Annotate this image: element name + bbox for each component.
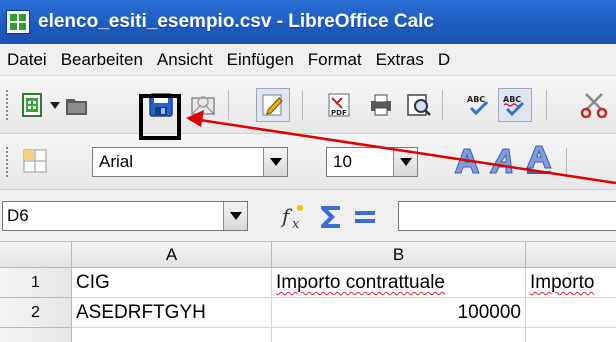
toolbar-separator <box>228 90 229 120</box>
menu-datei[interactable]: Datei <box>0 50 54 70</box>
menu-extras[interactable]: Extras <box>369 50 431 70</box>
export-pdf-icon[interactable]: PDF <box>326 92 352 118</box>
font-name-dropdown-icon[interactable] <box>263 148 287 176</box>
column-header-c[interactable] <box>526 242 616 268</box>
formula-bar: D6 f x <box>0 190 616 242</box>
calc-app-icon <box>6 10 30 34</box>
menu-d[interactable]: D <box>431 50 457 70</box>
toolbar-separator <box>442 90 443 120</box>
edit-file-icon <box>262 94 283 116</box>
highlight-box <box>139 94 181 140</box>
svg-text:x: x <box>292 217 300 232</box>
formatting-toolbar: Arial 10 <box>0 134 616 190</box>
cell-a1[interactable]: CIG <box>72 268 272 298</box>
row-header[interactable] <box>0 328 72 342</box>
cell-b1[interactable]: Importo contrattuale <box>272 268 526 298</box>
toolbar-grip[interactable] <box>6 147 10 177</box>
menu-bar: Datei Bearbeiten Ansicht Einfügen Format… <box>0 44 616 76</box>
svg-text:ABC: ABC <box>467 95 485 104</box>
title-bar: elenco_esiti_esempio.csv - LibreOffice C… <box>0 0 616 44</box>
cell-a3[interactable] <box>72 328 272 342</box>
cell-b2[interactable]: 100000 <box>272 298 526 328</box>
bold-icon[interactable] <box>452 146 482 176</box>
spellcheck-icon[interactable]: ABC <box>466 92 492 118</box>
sum-icon[interactable] <box>318 202 344 232</box>
window-title: elenco_esiti_esempio.csv - LibreOffice C… <box>38 11 435 32</box>
menu-bearbeiten[interactable]: Bearbeiten <box>54 50 150 70</box>
column-header-b[interactable]: B <box>272 242 526 268</box>
page-preview-icon[interactable] <box>406 92 432 118</box>
menu-einfuegen[interactable]: Einfügen <box>220 50 301 70</box>
toolbar-grip[interactable] <box>6 90 10 120</box>
cell-c1[interactable]: Importo <box>526 268 616 298</box>
print-icon[interactable] <box>368 92 394 118</box>
name-box-dropdown-icon[interactable] <box>223 202 247 230</box>
row-header[interactable]: 2 <box>0 298 72 328</box>
cell-c1-text: Importo <box>530 272 595 293</box>
function-equals-icon[interactable] <box>352 204 378 230</box>
edit-mode-button[interactable] <box>256 88 290 122</box>
spreadsheet-grid: A B 1 CIG Importo contrattuale Importo 2… <box>0 242 616 342</box>
cell-b1-text: Importo contrattuale <box>276 272 445 293</box>
font-size-combo[interactable]: 10 <box>326 147 418 177</box>
open-folder-icon[interactable] <box>64 92 90 118</box>
font-size-value: 10 <box>333 152 352 171</box>
function-wizard-icon[interactable]: f x <box>280 202 310 232</box>
row-header[interactable]: 1 <box>0 268 72 298</box>
cell-b3[interactable] <box>272 328 526 342</box>
svg-text:ABC: ABC <box>503 95 521 104</box>
auto-spellcheck-icon: ABC <box>503 95 525 117</box>
formula-input[interactable] <box>398 201 616 231</box>
name-box-value: D6 <box>7 206 29 225</box>
toolbar-separator <box>302 90 303 120</box>
font-name-combo[interactable]: Arial <box>92 147 288 177</box>
font-name-value: Arial <box>99 152 134 171</box>
font-size-dropdown-icon[interactable] <box>393 148 417 176</box>
toolbar-separator <box>546 90 547 120</box>
select-all-corner[interactable] <box>0 242 72 268</box>
cell-a2[interactable]: ASEDRFTGYH <box>72 298 272 328</box>
name-box[interactable]: D6 <box>2 201 248 231</box>
styles-icon[interactable] <box>22 148 48 174</box>
email-document-icon[interactable] <box>190 92 216 118</box>
underline-icon[interactable] <box>524 144 554 176</box>
svg-text:PDF: PDF <box>331 109 347 117</box>
new-dropdown-arrow-icon[interactable] <box>50 102 60 110</box>
menu-format[interactable]: Format <box>301 50 369 70</box>
cell-c2[interactable] <box>526 298 616 328</box>
column-header-a[interactable]: A <box>72 242 272 268</box>
cut-icon[interactable] <box>580 92 616 118</box>
italic-icon[interactable] <box>488 146 518 176</box>
toolbar-separator <box>566 148 567 178</box>
menu-ansicht[interactable]: Ansicht <box>150 50 220 70</box>
new-document-icon[interactable] <box>20 92 46 118</box>
auto-spellcheck-button[interactable]: ABC <box>498 88 532 122</box>
standard-toolbar: PDF ABC ABC <box>0 76 616 134</box>
